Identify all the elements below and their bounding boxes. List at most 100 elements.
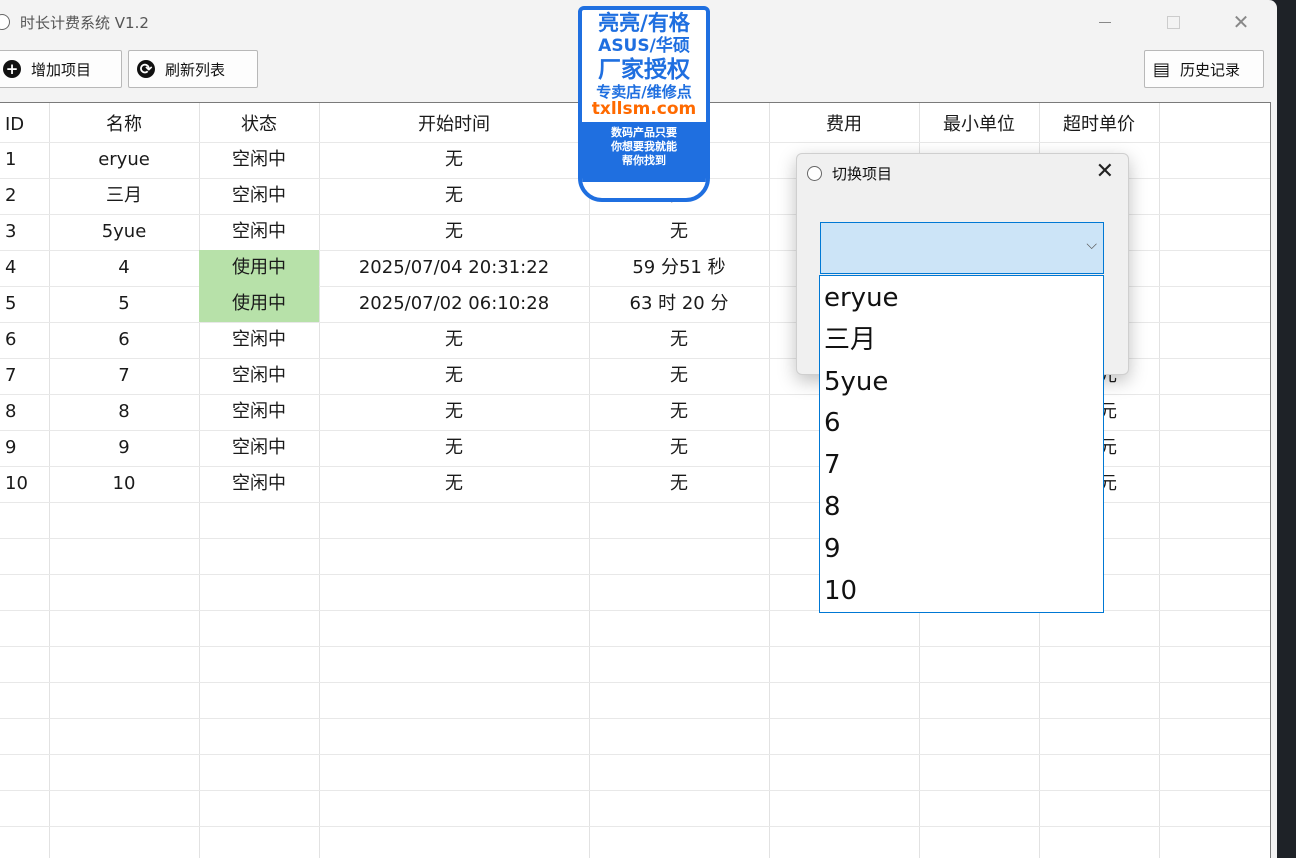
dropdown-option[interactable]: 三月: [824, 320, 876, 360]
grid-column-line: [769, 103, 770, 858]
plus-circle-icon: +: [3, 60, 21, 78]
history-button[interactable]: ▤ 历史记录: [1144, 50, 1264, 88]
cell-overtime-price: 元: [1099, 437, 1117, 458]
cell-status: 使用中: [199, 286, 319, 322]
dialog-app-icon: [807, 166, 822, 181]
cell-start-time: 无: [445, 329, 463, 350]
watermark-stamp: 亮亮/有格 ASUS/华硕 厂家授权 专卖店/维修点 txllsm.com 数码…: [578, 6, 710, 202]
cell-start-time: 无: [445, 365, 463, 386]
cell-id: 3: [5, 221, 17, 242]
column-header: ID: [5, 114, 25, 135]
cell-duration: 63 时 20 分: [629, 293, 729, 314]
cell-name: 7: [118, 365, 130, 386]
cell-start-time: 2025/07/02 06:10:28: [358, 293, 550, 314]
grid-row-line: [0, 718, 1270, 719]
cell-start-time: 无: [445, 221, 463, 242]
close-button[interactable]: ✕: [1218, 0, 1264, 44]
cell-status: 空闲中: [232, 437, 286, 458]
column-header: 状态: [241, 114, 277, 135]
cell-start-time: 无: [445, 473, 463, 494]
add-project-button[interactable]: + 增加项目: [0, 50, 122, 88]
history-label: 历史记录: [1180, 60, 1241, 79]
cell-duration: 无: [670, 365, 688, 386]
cell-status: 空闲中: [232, 473, 286, 494]
cell-duration: 无: [670, 401, 688, 422]
cell-overtime-price: 元: [1099, 401, 1117, 422]
dropdown-option[interactable]: eryue: [824, 278, 899, 318]
cell-name: 8: [118, 401, 130, 422]
dropdown-option[interactable]: 8: [824, 487, 841, 527]
watermark-slogan: 数码产品只要 你想要我就能 帮你找到: [582, 122, 706, 182]
watermark-line: ASUS/华硕: [598, 36, 690, 56]
cell-duration: 59 分51 秒: [632, 257, 726, 278]
cell-start-time: 无: [445, 401, 463, 422]
minimize-button[interactable]: [1082, 0, 1128, 44]
history-book-icon: ▤: [1153, 58, 1171, 80]
cell-status: 空闲中: [232, 221, 286, 242]
cell-name: 5yue: [101, 221, 147, 242]
cell-status: 空闲中: [232, 365, 286, 386]
grid-row-line: [0, 646, 1270, 647]
cell-start-time: 无: [445, 149, 463, 170]
cell-id: 1: [5, 149, 17, 170]
cell-duration: 无: [670, 329, 688, 350]
cell-id: 5: [5, 293, 17, 314]
minimize-icon: [1099, 21, 1111, 23]
close-icon: ✕: [1232, 10, 1250, 34]
cell-duration: 无: [670, 473, 688, 494]
watermark-line: 帮你找到: [622, 154, 666, 167]
cell-start-time: 无: [445, 185, 463, 206]
watermark-line: 厂家授权: [598, 57, 690, 83]
column-header: 费用: [826, 114, 862, 135]
refresh-list-button[interactable]: ⟳ 刷新列表: [128, 50, 258, 88]
grid-row-line: [0, 754, 1270, 755]
dialog-title: 切换项目: [832, 165, 893, 183]
watermark-line: txllsm.com: [591, 99, 697, 119]
dropdown-option[interactable]: 6: [824, 403, 841, 443]
cell-name: 4: [118, 257, 130, 278]
dropdown-option[interactable]: 10: [824, 571, 857, 611]
cell-start-time: 2025/07/04 20:31:22: [358, 257, 550, 278]
watermark-line: 你想要我就能: [611, 140, 677, 153]
cell-name: 9: [118, 437, 130, 458]
cell-duration: 无: [670, 221, 688, 242]
column-header: 最小单位: [943, 114, 1015, 135]
cell-duration: 无: [670, 437, 688, 458]
cell-status: 空闲中: [232, 329, 286, 350]
dropdown-option[interactable]: 7: [824, 445, 841, 485]
watermark-line: 数码产品只要: [611, 126, 677, 139]
project-select[interactable]: ⌵: [820, 222, 1104, 274]
watermark-line: 亮亮/有格: [598, 11, 690, 35]
cell-id: 10: [5, 473, 28, 494]
cell-id: 7: [5, 365, 17, 386]
grid-row-line: [0, 826, 1270, 827]
cell-status: 空闲中: [232, 149, 286, 170]
cell-id: 8: [5, 401, 17, 422]
window-title: 时长计费系统 V1.2: [20, 14, 149, 32]
app-icon: [0, 14, 10, 30]
column-header: 超时单价: [1063, 114, 1135, 135]
add-project-label: 增加项目: [31, 60, 92, 79]
cell-name: eryue: [98, 149, 150, 170]
cell-name: 三月: [106, 185, 142, 206]
cell-start-time: 无: [445, 437, 463, 458]
grid-row-line: [0, 790, 1270, 791]
cell-status: 空闲中: [232, 401, 286, 422]
dropdown-option[interactable]: 5yue: [824, 362, 888, 402]
cell-name: 10: [112, 473, 136, 494]
cell-id: 4: [5, 257, 17, 278]
close-icon: ✕: [1095, 159, 1114, 184]
grid-column-line: [1159, 103, 1160, 858]
maximize-button[interactable]: [1150, 0, 1196, 44]
dialog-close-button[interactable]: ✕: [1096, 159, 1114, 184]
refresh-list-label: 刷新列表: [165, 60, 226, 79]
column-header: 名称: [106, 114, 142, 135]
cell-overtime-price: 元: [1099, 473, 1117, 494]
cell-status: 使用中: [199, 250, 319, 286]
cell-status: 空闲中: [232, 185, 286, 206]
chevron-down-icon: ⌵: [1086, 237, 1097, 253]
cell-id: 6: [5, 329, 17, 350]
cell-id: 9: [5, 437, 17, 458]
project-dropdown-list[interactable]: eryue 三月 5yue 6 7 8 9 10: [819, 275, 1104, 613]
dropdown-option[interactable]: 9: [824, 529, 841, 569]
